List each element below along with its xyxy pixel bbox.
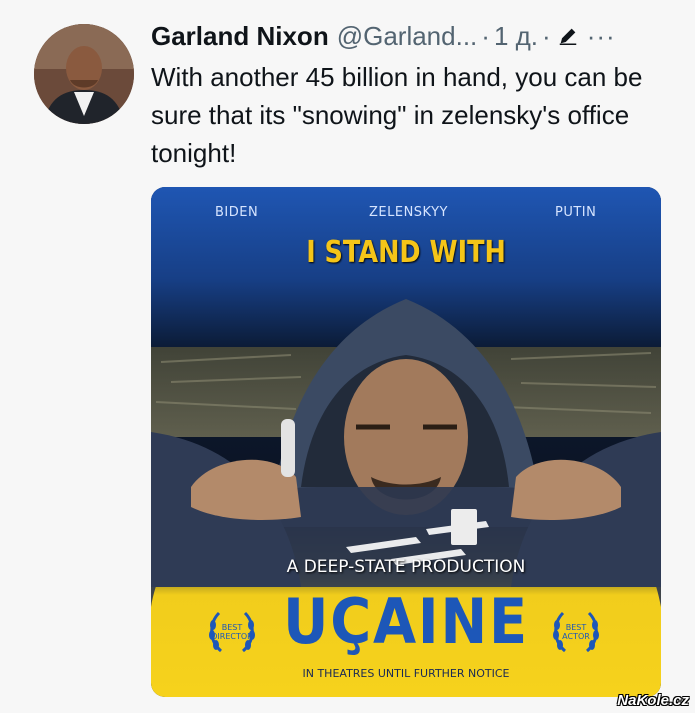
award-laurel-director: BEST DIRECTOR — [205, 605, 259, 659]
tweet-header: Garland Nixon @Garland... · 1 д. · ··· — [151, 18, 616, 54]
cast-name-putin: PUTIN — [555, 205, 597, 220]
author-handle[interactable]: @Garland... — [337, 21, 478, 52]
award-left-line2: DIRECTOR — [211, 632, 253, 641]
award-left-line1: BEST — [221, 623, 243, 632]
separator: · — [481, 20, 490, 51]
award-right-line2: ACTOR — [562, 632, 590, 641]
timestamp[interactable]: 1 д. — [494, 21, 538, 52]
poster-production: A DEEP-STATE PRODUCTION — [286, 557, 526, 577]
poster-release-note: IN THEATRES UNTIL FURTHER NOTICE — [302, 667, 510, 680]
watermark-logo: NaKole.cz — [617, 692, 689, 709]
cast-name-biden: BIDEN — [215, 205, 259, 220]
poster-tagline: I STAND WITH — [306, 235, 506, 270]
award-right-line1: BEST — [565, 623, 587, 632]
tweet-text: With another 45 billion in hand, you can… — [151, 62, 643, 168]
cast-name-zelenskyy: ZELENSKYY — [369, 205, 448, 220]
more-options-icon[interactable]: ··· — [587, 21, 616, 52]
tweet-media-poster[interactable]: BIDEN ZELENSKYY PUTIN I STAND WITH A DEE… — [151, 187, 661, 697]
author-name[interactable]: Garland Nixon — [151, 21, 329, 52]
separator: · — [542, 20, 551, 51]
avatar[interactable] — [34, 24, 134, 124]
award-laurel-actor: BEST ACTOR — [549, 605, 603, 659]
pencil-icon[interactable] — [557, 25, 579, 47]
